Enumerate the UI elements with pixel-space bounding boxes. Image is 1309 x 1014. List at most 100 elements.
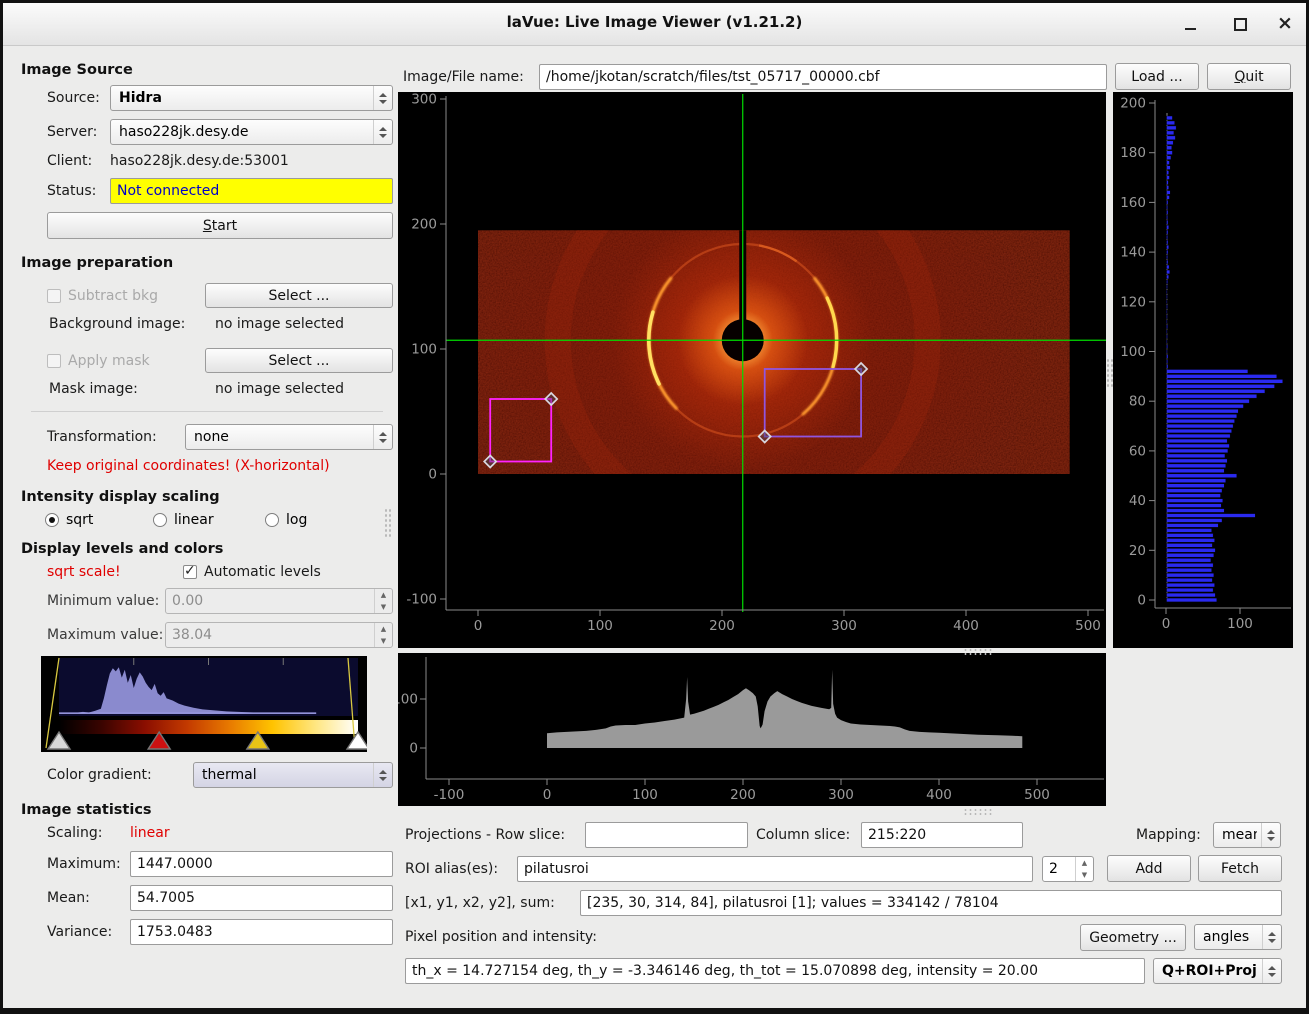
client-value: haso228jk.desy.de:53001	[110, 153, 289, 169]
roi-sum-label: [x1, y1, x2, y2], sum:	[405, 895, 555, 911]
chevron-updown-icon	[1262, 925, 1281, 949]
source-value: Hidra	[119, 90, 369, 106]
svg-text:0: 0	[543, 787, 552, 803]
roi-count-spinbox[interactable]: 2 ▲▼	[1042, 856, 1094, 882]
stats-maximum-field[interactable]	[130, 851, 393, 877]
roi-alias-label: ROI alias(es):	[405, 861, 498, 877]
scaling-radio-sqrt[interactable]: sqrt	[45, 512, 153, 528]
geometry-button[interactable]: Geometry ...	[1080, 924, 1186, 951]
display-mode-select[interactable]: Q+ROI+Proj	[1153, 958, 1282, 984]
svg-text:100: 100	[587, 618, 613, 634]
svg-text:300: 300	[411, 92, 437, 108]
chevron-updown-icon	[1261, 823, 1280, 847]
chevron-updown-icon	[373, 86, 392, 110]
roi-sum-field[interactable]	[580, 890, 1282, 916]
svg-text:0: 0	[1137, 593, 1146, 609]
status-label: Status:	[47, 183, 102, 199]
svg-text:200: 200	[730, 787, 756, 803]
background-image-label: Background image:	[49, 316, 207, 332]
divider	[31, 411, 383, 412]
select-mask-button[interactable]: Select ...	[205, 348, 393, 373]
background-image-value: no image selected	[215, 316, 344, 332]
svg-text:80: 80	[1129, 394, 1146, 410]
svg-text:60: 60	[1129, 443, 1146, 459]
stats-mean-label: Mean:	[47, 890, 122, 906]
scaling-radio-linear[interactable]: linear	[153, 512, 265, 528]
automatic-levels-checkbox[interactable]: Automatic levels	[183, 564, 321, 580]
title-bar[interactable]: laVue: Live Image Viewer (v1.21.2) ×	[3, 3, 1306, 46]
mapping-label: Mapping:	[1136, 827, 1201, 843]
minimize-button[interactable]	[1181, 15, 1199, 33]
close-button[interactable]: ×	[1276, 15, 1294, 33]
color-gradient-select[interactable]: thermal	[193, 762, 393, 788]
quit-button[interactable]: Quit	[1207, 63, 1291, 90]
row-slice-label: Projections - Row slice:	[405, 827, 565, 843]
splitter-handle[interactable]	[384, 508, 391, 538]
maximize-button[interactable]	[1231, 15, 1249, 33]
splitter-handle[interactable]	[963, 648, 993, 655]
source-label: Source:	[47, 90, 102, 106]
roi-alias-input[interactable]	[517, 856, 1033, 882]
stats-maximum-label: Maximum:	[47, 856, 122, 872]
checkbox-icon	[47, 354, 61, 368]
transformation-select[interactable]: none	[185, 424, 393, 450]
spin-arrows-icon: ▲▼	[374, 623, 392, 647]
svg-text:400: 400	[953, 618, 979, 634]
server-select[interactable]: haso228jk.desy.de	[110, 119, 393, 145]
svg-text:100: 100	[1120, 344, 1146, 360]
transformation-value: none	[194, 429, 369, 445]
intensity-scaling-heading: Intensity display scaling	[21, 489, 393, 505]
main-image-plot[interactable]: -100 0 100 200 300 0 100 200 300 400 500	[398, 92, 1106, 648]
window-title: laVue: Live Image Viewer (v1.21.2)	[3, 13, 1306, 31]
chevron-updown-icon	[1262, 959, 1281, 983]
splitter-handle[interactable]	[1106, 358, 1113, 388]
apply-mask-checkbox[interactable]: Apply mask	[47, 353, 205, 369]
chevron-updown-icon	[373, 425, 392, 449]
maximum-value-spinbox[interactable]: 38.04 ▲▼	[165, 622, 393, 648]
coordinates-warning: Keep original coordinates! (X-horizontal…	[47, 458, 330, 474]
subtract-bkg-checkbox[interactable]: Subtract bkg	[47, 288, 205, 304]
pixel-intensity-field[interactable]	[405, 958, 1145, 984]
svg-text:300: 300	[831, 618, 857, 634]
select-background-button[interactable]: Select ...	[205, 283, 393, 308]
app-window: laVue: Live Image Viewer (v1.21.2) × Ima…	[0, 0, 1309, 1014]
svg-text:100: 100	[1227, 616, 1253, 632]
file-name-input[interactable]	[539, 64, 1107, 90]
file-name-label: Image/File name:	[403, 69, 524, 85]
start-button[interactable]: Start	[47, 212, 393, 239]
row-histogram-plot[interactable]: 0 20 40 60 80 100 120 140 160 180 200 0 …	[1113, 92, 1293, 648]
splitter-handle[interactable]	[963, 808, 993, 815]
stats-variance-field[interactable]	[130, 919, 393, 945]
gradient-bar[interactable]	[59, 720, 358, 734]
svg-text:200: 200	[1120, 96, 1146, 112]
levels-histogram-widget[interactable]	[41, 656, 367, 752]
maximum-value-label: Maximum value:	[47, 627, 157, 643]
spin-arrows-icon: ▲▼	[374, 589, 392, 613]
svg-text:180: 180	[1120, 145, 1146, 161]
stats-scaling-label: Scaling:	[47, 825, 122, 841]
load-button[interactable]: Load ...	[1115, 63, 1199, 90]
source-select[interactable]: Hidra	[110, 85, 393, 111]
fetch-roi-button[interactable]: Fetch	[1198, 855, 1282, 882]
display-levels-heading: Display levels and colors	[21, 541, 393, 557]
row-slice-input[interactable]	[585, 822, 748, 848]
add-roi-button[interactable]: Add	[1107, 855, 1191, 882]
minimum-value-spinbox[interactable]: 0.00 ▲▼	[165, 588, 393, 614]
minimum-value-label: Minimum value:	[47, 593, 157, 609]
svg-text:-100: -100	[406, 592, 437, 608]
column-profile-plot[interactable]: 0 100 -100 0 100 200 300 400 500	[398, 653, 1106, 806]
scale-note: sqrt scale!	[47, 564, 175, 580]
svg-text:500: 500	[1075, 618, 1101, 634]
stats-mean-field[interactable]	[130, 885, 393, 911]
svg-text:160: 160	[1120, 195, 1146, 211]
checkbox-icon	[47, 289, 61, 303]
angles-select[interactable]: angles	[1194, 924, 1282, 950]
client-label: Client:	[47, 153, 102, 169]
svg-text:20: 20	[1129, 543, 1146, 559]
mapping-select[interactable]: mean	[1213, 822, 1281, 848]
scaling-radio-log[interactable]: log	[265, 512, 307, 528]
chevron-updown-icon	[373, 763, 392, 787]
column-slice-input[interactable]	[861, 822, 1023, 848]
status-field: Not connected	[110, 178, 393, 204]
svg-text:200: 200	[709, 618, 735, 634]
